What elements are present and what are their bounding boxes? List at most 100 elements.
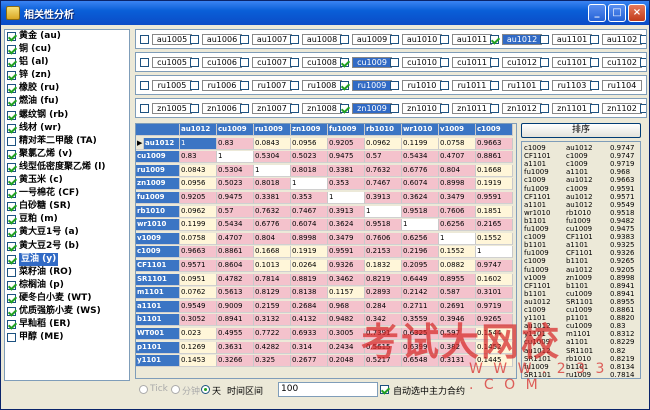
matrix-value-cell[interactable]: 0.4707 [217,232,254,245]
sorted-pair-row[interactable]: fu1009 au1012 0.9205 [522,266,640,274]
matrix-value-cell[interactable]: 0.1199 [402,137,439,150]
commodity-item[interactable]: 白砂糖 (SR) [5,200,129,213]
contract-option[interactable]: cu1005 [140,57,192,69]
matrix-value-cell[interactable]: 0.1919 [291,246,328,259]
sorted-pair-row[interactable]: au1012 SR1101 0.82 [522,347,640,355]
title-bar[interactable]: 相关性分析 _ □ × [1,1,649,25]
commodity-checkbox[interactable] [7,123,16,133]
matrix-value-cell[interactable]: 0.6074 [402,178,439,191]
matrix-value-cell[interactable]: 0.2684 [291,300,328,313]
contract-strip-au[interactable]: au1005 au1006 au1007 au1008 au1009 au1010 au10… [135,29,647,49]
time-range-input[interactable]: 100 [278,382,378,397]
contract-option[interactable]: zn1005 [140,103,192,115]
contract-strip-zn[interactable]: zn1005 zn1006 zn1007 zn1008 zn1009 zn1010 zn10… [135,98,647,118]
contract-option[interactable]: au1005 [140,34,192,46]
matrix-row-header[interactable]: v1009 [136,232,180,245]
commodity-item[interactable]: 豆粕 (m) [5,213,129,226]
matrix-value-cell[interactable]: 0.0762 [180,287,217,300]
matrix-value-cell[interactable]: 0.9747 [476,260,513,272]
contract-checkbox[interactable] [340,58,349,67]
sorted-pair-row[interactable]: a1101 c1009 0.9719 [522,160,640,168]
matrix-value-cell[interactable]: 0.7606 [439,205,476,218]
commodity-item[interactable]: 线型低密度聚乙烯 (l) [5,161,129,174]
commodity-item[interactable]: 铜 (cu) [5,43,129,56]
matrix-value-cell[interactable]: 0.8861 [476,151,513,164]
matrix-value-cell[interactable]: 0.2677 [291,355,328,368]
matrix-row-header[interactable]: zn1009 [136,178,180,191]
matrix-value-cell[interactable]: 0.7814 [254,273,291,286]
matrix-row[interactable]: p1101 0.1269 0.3631 0.4282 0.314 0.2434 0.5615… [136,341,513,354]
contract-option[interactable]: cu1101 [540,57,592,69]
contract-option[interactable]: au1008 [290,34,342,46]
matrix-value-cell[interactable]: 0.1013 [254,260,291,272]
sorted-pair-row[interactable]: CF1101 au1012 0.9571 [522,193,640,201]
matrix-value-cell[interactable]: 0.9591 [328,246,365,259]
matrix-row[interactable]: zn1009 0.0956 0.5023 0.8018 1 0.353 0.7467 0.60… [136,178,513,191]
contract-option[interactable]: zn1012 [490,103,542,115]
matrix-value-cell[interactable]: 0.3624 [328,219,365,232]
contract-option[interactable]: zn1007 [240,103,292,115]
matrix-column-header[interactable]: ru1009 [254,124,291,136]
matrix-value-cell[interactable]: 0.0962 [365,137,402,150]
contract-checkbox[interactable] [640,104,646,113]
matrix-value-cell[interactable]: 0.597 [439,328,476,340]
matrix-row[interactable]: v1009 0.0758 0.4707 0.804 0.8998 0.3479 0.7606… [136,232,513,245]
matrix-column-header[interactable]: rb1010 [365,124,402,136]
matrix-value-cell[interactable]: 0.57 [365,151,402,164]
matrix-value-cell[interactable]: 0.9326 [328,260,365,272]
contract-option[interactable]: zn1006 [190,103,242,115]
commodity-item[interactable]: 棕榈油 (p) [5,279,129,292]
matrix-row-header[interactable]: p1101 [136,341,180,354]
matrix-value-cell[interactable]: 0.5023 [291,151,328,164]
commodity-item[interactable]: 精对苯二甲酸 (TA) [5,135,129,148]
matrix-column-header[interactable]: au1012 [180,124,217,136]
commodity-checkbox[interactable] [7,176,16,186]
matrix-value-cell[interactable]: 0.4782 [217,273,254,286]
contract-checkbox[interactable] [140,58,149,67]
contract-option[interactable]: au1009 [340,34,392,46]
matrix-value-cell[interactable]: 0.3462 [328,273,365,286]
day-radio[interactable] [201,385,210,394]
matrix-value-cell[interactable]: 0.3131 [439,355,476,368]
matrix-value-cell[interactable]: 0.382 [439,341,476,354]
matrix-value-cell[interactable]: 0.6325 [402,328,439,340]
matrix-value-cell[interactable]: 0.8604 [217,260,254,272]
sorted-pair-row[interactable]: au1012 cu1009 0.83 [522,322,640,330]
commodity-checkbox[interactable] [7,32,16,41]
contract-option[interactable]: ru1009 [340,80,392,92]
matrix-value-cell[interactable]: 1 [180,137,217,150]
contract-checkbox[interactable] [190,104,199,113]
contract-checkbox[interactable] [490,58,499,67]
contract-checkbox[interactable] [390,35,399,44]
maximize-button[interactable]: □ [608,4,626,22]
contract-checkbox[interactable] [140,35,149,44]
correlation-matrix[interactable]: au1012 cu1009 ru1009 zn1009 fu1009 rb1010 wr10… [135,123,517,379]
contract-option[interactable]: au1103 [640,34,646,46]
matrix-value-cell[interactable]: 0.2691 [439,300,476,313]
matrix-row[interactable]: CF1101 0.9571 0.8604 0.1013 0.0264 0.9326 0.18… [136,260,513,272]
matrix-value-cell[interactable]: 0.9205 [180,192,217,204]
matrix-value-cell[interactable]: 0.2142 [402,287,439,300]
matrix-row[interactable]: b1101 0.3052 0.8941 0.3132 0.4132 0.9482 0.342… [136,314,513,327]
contract-option[interactable]: zn1009 [340,103,392,115]
contract-checkbox[interactable] [540,104,549,113]
matrix-value-cell[interactable]: 0.5613 [217,287,254,300]
matrix-row[interactable]: rb1010 0.0962 0.57 0.7632 0.7467 0.3913 1 0.951… [136,205,513,218]
matrix-value-cell[interactable]: 0.8861 [217,246,254,259]
contract-checkbox[interactable] [590,104,599,113]
contract-checkbox[interactable] [390,104,399,113]
matrix-value-cell[interactable]: 0.6548 [402,355,439,368]
matrix-value-cell[interactable]: 0.3101 [476,287,513,300]
matrix-row-header[interactable]: wr1010 [136,219,180,232]
matrix-value-cell[interactable]: 1 [402,219,439,232]
matrix-value-cell[interactable]: 0.2048 [328,355,365,368]
contract-checkbox[interactable] [440,35,449,44]
matrix-value-cell[interactable]: 0.7467 [291,205,328,218]
contract-option[interactable]: zn1102 [590,103,642,115]
contract-checkbox[interactable] [290,81,299,90]
matrix-value-cell[interactable]: 0.6449 [402,273,439,286]
commodity-checkbox[interactable] [7,189,16,199]
commodity-checkbox[interactable] [7,149,16,159]
matrix-value-cell[interactable]: 1 [291,178,328,191]
commodity-item[interactable]: 早籼稻 (ER) [5,318,129,331]
